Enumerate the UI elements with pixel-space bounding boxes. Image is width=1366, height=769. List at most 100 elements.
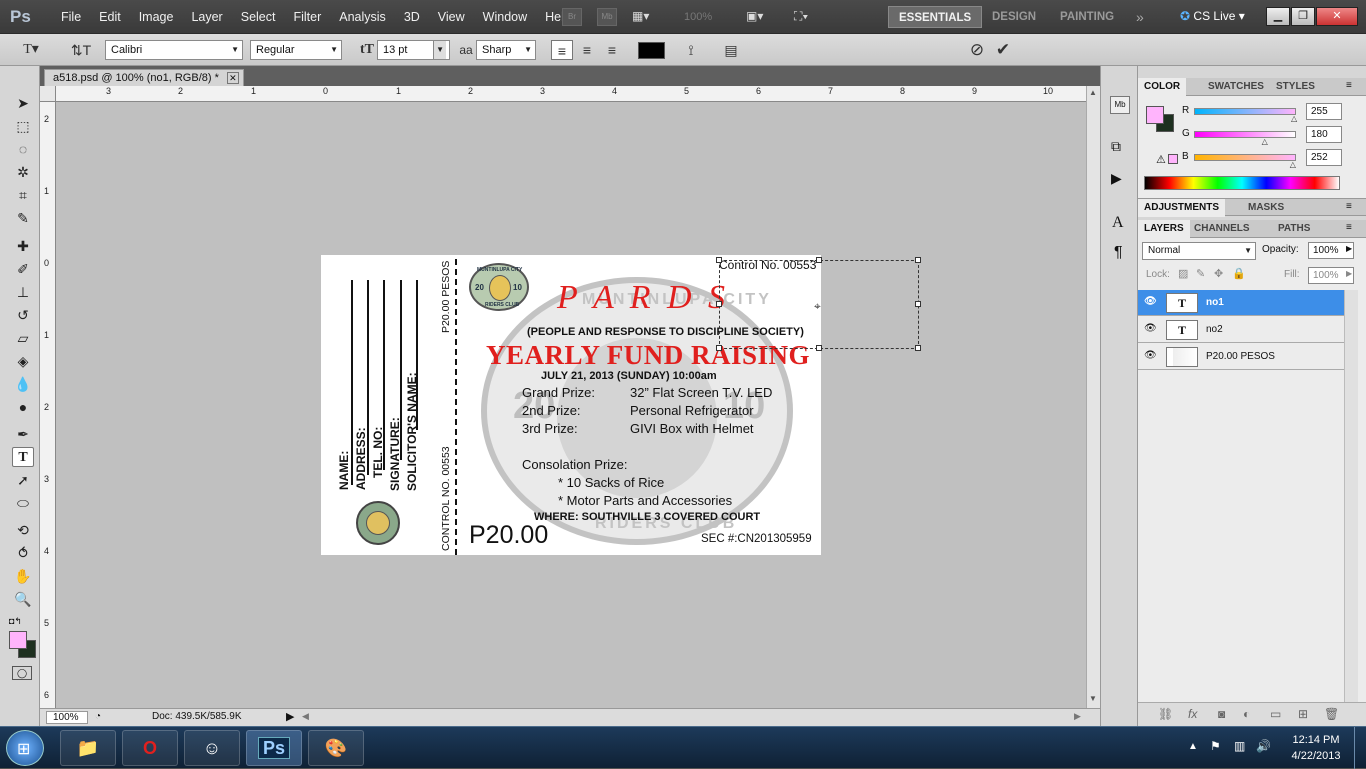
menu-layer[interactable]: Layer: [182, 10, 231, 24]
resize-handle[interactable]: [915, 257, 921, 263]
paragraph-panel-icon[interactable]: ¶: [1114, 244, 1123, 262]
eraser-tool-icon[interactable]: ▱: [12, 328, 34, 348]
color-panel-fg-swatch[interactable]: [1146, 106, 1164, 124]
quick-selection-tool-icon[interactable]: ✲: [12, 162, 34, 182]
layer-row-no2[interactable]: 👁 T no2: [1138, 317, 1344, 343]
b-value-field[interactable]: 252: [1306, 149, 1342, 166]
move-tool-icon[interactable]: ➤: [12, 93, 34, 113]
show-desktop-button[interactable]: [1354, 727, 1366, 769]
close-button[interactable]: ✕: [1316, 7, 1358, 26]
resize-handle[interactable]: [716, 257, 722, 263]
lasso-tool-icon[interactable]: ◌: [12, 139, 34, 159]
text-orientation-icon[interactable]: ⇅T: [70, 40, 92, 60]
layer-name[interactable]: no2: [1206, 324, 1223, 335]
add-mask-icon[interactable]: ◙: [1218, 707, 1225, 721]
marquee-tool-icon[interactable]: ⬚: [12, 116, 34, 136]
path-selection-tool-icon[interactable]: ➚: [12, 470, 34, 490]
panel-menu-icon[interactable]: ≡: [1346, 222, 1352, 233]
font-family-select[interactable]: Calibri ▼: [105, 40, 243, 60]
antialias-select[interactable]: Sharp ▼: [476, 40, 536, 60]
r-slider[interactable]: △: [1194, 108, 1297, 123]
g-slider-thumb[interactable]: △: [1262, 137, 1268, 146]
taskbar-opera-icon[interactable]: O: [122, 730, 178, 766]
document-tab[interactable]: a518.psd @ 100% (no1, RGB/8) * ✕: [44, 69, 244, 86]
menu-window[interactable]: Window: [474, 10, 536, 24]
new-layer-icon[interactable]: ⊞: [1298, 707, 1308, 721]
close-tab-icon[interactable]: ✕: [226, 72, 239, 84]
layer-row-no1[interactable]: 👁 T no1: [1138, 290, 1344, 316]
link-layers-icon[interactable]: ⛓: [1158, 707, 1173, 721]
font-size-select[interactable]: 13 pt ▼: [377, 40, 450, 60]
new-group-icon[interactable]: ▭: [1270, 707, 1281, 721]
menu-analysis[interactable]: Analysis: [330, 10, 395, 24]
cancel-edits-icon[interactable]: ⊘: [966, 40, 988, 60]
tab-styles[interactable]: STYLES: [1270, 78, 1321, 96]
layer-name[interactable]: no1: [1206, 297, 1224, 308]
out-of-gamut-warning-icon[interactable]: ⚠: [1156, 153, 1166, 166]
resize-handle[interactable]: [716, 345, 722, 351]
scroll-down-icon[interactable]: ▼: [1089, 694, 1097, 703]
clock-date[interactable]: 4/22/2013: [1288, 750, 1344, 762]
action-center-icon[interactable]: ⚑: [1210, 739, 1221, 753]
actions-panel-icon[interactable]: ▶: [1111, 170, 1122, 187]
3d-orbit-tool-icon[interactable]: ⥀: [12, 543, 34, 563]
volume-icon[interactable]: 🔊: [1256, 739, 1271, 753]
r-value-field[interactable]: 255: [1306, 103, 1342, 120]
taskbar-paint-icon[interactable]: 🎨: [308, 730, 364, 766]
menu-select[interactable]: Select: [232, 10, 285, 24]
mini-bridge-panel-icon[interactable]: Mb: [1110, 96, 1130, 114]
g-value-field[interactable]: 180: [1306, 126, 1342, 143]
tab-adjustments[interactable]: ADJUSTMENTS: [1138, 199, 1226, 217]
transform-center-icon[interactable]: ⌖: [814, 299, 821, 314]
bridge-button[interactable]: Br: [562, 8, 582, 26]
color-spectrum-bar[interactable]: [1144, 176, 1340, 190]
start-button[interactable]: ⊞: [6, 730, 44, 766]
layer-row-p20[interactable]: 👁 P20.00 PESOS: [1138, 344, 1344, 370]
quick-mask-icon[interactable]: ◯: [12, 666, 32, 680]
eyedropper-tool-icon[interactable]: ✎: [12, 208, 34, 228]
view-extras-icon[interactable]: ▦▾: [632, 9, 658, 25]
taskbar-app-icon[interactable]: ☺: [184, 730, 240, 766]
opacity-arrow-icon[interactable]: ▶: [1346, 244, 1352, 253]
resize-handle[interactable]: [716, 301, 722, 307]
tab-channels[interactable]: CHANNELS: [1188, 220, 1256, 238]
status-info-icon[interactable]: ◔: [95, 711, 101, 722]
zoom-level[interactable]: 100%: [684, 11, 712, 23]
hand-tool-icon[interactable]: ✋: [12, 566, 34, 586]
tab-swatches[interactable]: SWATCHES: [1202, 78, 1270, 96]
lock-image-icon[interactable]: ✎: [1196, 267, 1205, 280]
pen-tool-icon[interactable]: ✒: [12, 424, 34, 444]
brush-tool-icon[interactable]: ✐: [12, 259, 34, 279]
tool-preset-icon[interactable]: T▾: [20, 40, 42, 60]
more-workspaces-icon[interactable]: »: [1136, 9, 1144, 25]
lock-position-icon[interactable]: ✥: [1214, 267, 1223, 280]
taskbar-photoshop-icon[interactable]: Ps: [246, 730, 302, 766]
layers-scrollbar[interactable]: [1344, 290, 1358, 710]
menu-edit[interactable]: Edit: [90, 10, 130, 24]
align-left-icon[interactable]: ≡: [551, 40, 573, 60]
menu-file[interactable]: File: [52, 10, 90, 24]
blend-mode-select[interactable]: Normal ▼: [1142, 242, 1256, 260]
status-zoom-field[interactable]: 100%: [46, 711, 88, 724]
dodge-tool-icon[interactable]: ●: [12, 397, 34, 417]
r-slider-thumb[interactable]: △: [1291, 114, 1297, 123]
g-slider[interactable]: △: [1194, 131, 1296, 146]
default-colors-icon[interactable]: ◘↰: [9, 616, 22, 627]
zoom-tool-icon[interactable]: 🔍: [12, 589, 34, 609]
blur-tool-icon[interactable]: 💧: [12, 374, 34, 394]
tab-color[interactable]: COLOR: [1138, 78, 1187, 96]
paint-bucket-tool-icon[interactable]: ◈: [12, 351, 34, 371]
hscroll-left-icon[interactable]: ◀: [302, 711, 309, 722]
lock-all-icon[interactable]: 🔒: [1232, 267, 1246, 280]
restore-button[interactable]: ❐: [1291, 7, 1315, 26]
resize-handle[interactable]: [816, 257, 822, 263]
fill-arrow-icon[interactable]: ▶: [1346, 269, 1352, 278]
text-bounding-box[interactable]: ⌖: [716, 257, 921, 351]
minimize-button[interactable]: ▁: [1266, 7, 1290, 26]
character-panel-icon[interactable]: ▤: [720, 40, 742, 60]
arrange-documents-icon[interactable]: ▣▾: [746, 9, 772, 25]
resize-handle[interactable]: [816, 345, 822, 351]
ellipse-tool-icon[interactable]: ⬭: [12, 493, 34, 513]
delete-layer-icon[interactable]: 🗑: [1324, 707, 1339, 721]
workspace-design[interactable]: DESIGN: [982, 6, 1046, 28]
